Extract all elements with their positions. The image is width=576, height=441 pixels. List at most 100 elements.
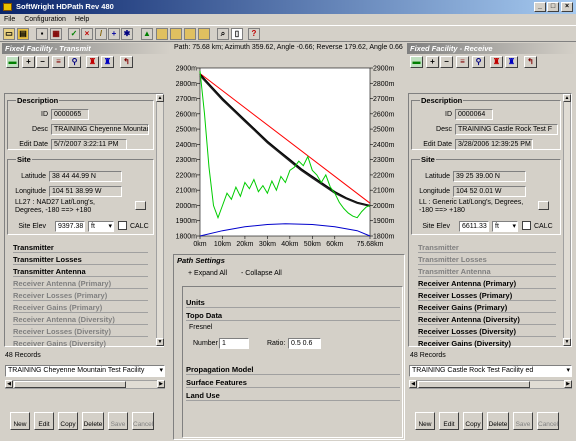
- receive-copy-button[interactable]: Copy: [463, 412, 483, 430]
- transmit-section-6[interactable]: Receiver Antenna (Diversity): [13, 315, 148, 325]
- transmit-tower2-icon[interactable]: ♜: [101, 56, 114, 68]
- transmit-hscroll-thumb[interactable]: [14, 381, 126, 388]
- receive-section-7[interactable]: Receiver Losses (Diversity): [418, 327, 556, 337]
- receive-calc-checkbox[interactable]: [522, 221, 531, 230]
- transmit-section-0[interactable]: Transmitter: [13, 243, 148, 253]
- transmit-section-4[interactable]: Receiver Losses (Primary): [13, 291, 148, 301]
- menu-file[interactable]: File: [4, 16, 15, 23]
- receive-save-button[interactable]: Save: [513, 412, 533, 430]
- receive-cancel-button[interactable]: Cancel: [537, 412, 559, 430]
- receive-desc-field[interactable]: TRAINING Castle Rock Test F: [455, 124, 558, 135]
- check-icon[interactable]: ✓: [68, 28, 80, 40]
- save-icon[interactable]: ▪: [36, 28, 48, 40]
- receive-scroll-up[interactable]: ▲: [563, 94, 571, 102]
- transmit-section-3[interactable]: Receiver Antenna (Primary): [13, 279, 148, 289]
- transmit-elev-field[interactable]: 9397.38: [55, 221, 85, 232]
- propagation-model-section[interactable]: Propagation Model: [186, 365, 400, 375]
- star-icon[interactable]: ✱: [121, 28, 133, 40]
- transmit-cancel-button[interactable]: Cancel: [132, 412, 154, 430]
- delete-icon[interactable]: ×: [81, 28, 93, 40]
- pencil-icon[interactable]: /: [95, 28, 107, 40]
- transmit-scroll-up[interactable]: ▲: [156, 94, 164, 102]
- receive-lat-field[interactable]: 39 25 39.00 N: [453, 171, 526, 182]
- receive-section-4[interactable]: Receiver Losses (Primary): [418, 291, 556, 301]
- transmit-select-button[interactable]: ▬: [6, 56, 19, 68]
- receive-section-5[interactable]: Receiver Gains (Primary): [418, 303, 556, 313]
- folder-icon-3[interactable]: [184, 28, 196, 40]
- transmit-hscroll-left[interactable]: ◀: [5, 380, 13, 388]
- receive-remove-button[interactable]: −: [440, 56, 453, 68]
- receive-route-icon[interactable]: ↰: [524, 56, 537, 68]
- transmit-edit-field[interactable]: 5/7/2007 3:22:11 PM: [51, 139, 127, 150]
- help-icon[interactable]: ?: [248, 28, 260, 40]
- receive-hscroll-thumb[interactable]: [418, 381, 530, 388]
- receive-edit-button[interactable]: Edit: [439, 412, 459, 430]
- collapse-all-button[interactable]: - Collapse All: [241, 270, 282, 277]
- receive-id-field[interactable]: 0000064: [455, 109, 493, 120]
- receive-section-8[interactable]: Receiver Gains (Diversity): [418, 339, 556, 348]
- folder-icon-4[interactable]: [198, 28, 210, 40]
- new-icon[interactable]: ▭: [3, 28, 15, 40]
- transmit-section-5[interactable]: Receiver Gains (Primary): [13, 303, 148, 313]
- transmit-datum-button[interactable]: [135, 201, 146, 210]
- fresnel-number-field[interactable]: 1: [219, 338, 249, 349]
- maximize-button[interactable]: □: [547, 2, 559, 12]
- transmit-unit-select[interactable]: ft ▾: [88, 221, 114, 232]
- receive-tower-icon[interactable]: ♜: [490, 56, 503, 68]
- transmit-lat-field[interactable]: 38 44 44.99 N: [49, 171, 122, 182]
- transmit-new-button[interactable]: New: [10, 412, 30, 430]
- receive-select-button[interactable]: ▬: [410, 56, 423, 68]
- transmit-id-field[interactable]: 0000065: [51, 109, 89, 120]
- transmit-list-icon[interactable]: ≡: [52, 56, 65, 68]
- receive-add-button[interactable]: +: [426, 56, 439, 68]
- transmit-section-1[interactable]: Transmitter Losses: [13, 255, 148, 265]
- transmit-add-button[interactable]: +: [22, 56, 35, 68]
- transmit-copy-button[interactable]: Copy: [58, 412, 78, 430]
- expand-all-button[interactable]: + Expand All: [188, 270, 227, 277]
- transmit-vscroll[interactable]: [156, 94, 164, 346]
- receive-section-6[interactable]: Receiver Antenna (Diversity): [418, 315, 556, 325]
- receive-unit-select[interactable]: ft ▾: [492, 221, 518, 232]
- search-icon[interactable]: ⌕: [217, 28, 229, 40]
- transmit-scroll-down[interactable]: ▼: [156, 338, 164, 346]
- transmit-lon-field[interactable]: 104 51 38.99 W: [49, 186, 122, 197]
- map-icon[interactable]: ▲: [141, 28, 153, 40]
- folder-icon-1[interactable]: [156, 28, 168, 40]
- folder-icon-2[interactable]: [170, 28, 182, 40]
- close-button[interactable]: ×: [561, 2, 573, 12]
- print-icon[interactable]: ▦: [50, 28, 62, 40]
- transmit-section-8[interactable]: Receiver Gains (Diversity): [13, 339, 148, 348]
- receive-section-3[interactable]: Receiver Antenna (Primary): [418, 279, 556, 289]
- receive-edit-field[interactable]: 3/28/2006 12:39:25 PM: [455, 139, 533, 150]
- crosshair-icon[interactable]: +: [108, 28, 120, 40]
- receive-lon-field[interactable]: 104 52 0.01 W: [453, 186, 526, 197]
- receive-datum-button[interactable]: [538, 201, 549, 210]
- transmit-route-icon[interactable]: ↰: [120, 56, 133, 68]
- transmit-save-button[interactable]: Save: [108, 412, 128, 430]
- receive-elev-field[interactable]: 6611.33: [459, 221, 489, 232]
- transmit-calc-checkbox[interactable]: [118, 221, 127, 230]
- receive-hscroll-left[interactable]: ◀: [409, 380, 417, 388]
- receive-vscroll[interactable]: [563, 94, 571, 346]
- units-section[interactable]: Units: [186, 298, 400, 308]
- receive-facility-select[interactable]: TRAINING Castle Rock Test Facility ed ▾: [409, 365, 572, 377]
- receive-list-icon[interactable]: ≡: [456, 56, 469, 68]
- transmit-facility-select[interactable]: TRAINING Cheyenne Mountain Test Facility…: [5, 365, 165, 377]
- transmit-desc-field[interactable]: TRAINING Cheyenne Mountain: [51, 124, 149, 135]
- receive-hscroll-right[interactable]: ▶: [564, 380, 572, 388]
- menu-help[interactable]: Help: [75, 16, 89, 23]
- receive-tower2-icon[interactable]: ♜: [505, 56, 518, 68]
- menu-configuration[interactable]: Configuration: [24, 16, 66, 23]
- receive-scroll-down[interactable]: ▼: [563, 338, 571, 346]
- open-icon[interactable]: ▤: [17, 28, 29, 40]
- transmit-remove-button[interactable]: −: [36, 56, 49, 68]
- receive-new-button[interactable]: New: [415, 412, 435, 430]
- transmit-section-7[interactable]: Receiver Losses (Diversity): [13, 327, 148, 337]
- page-icon[interactable]: ▯: [231, 28, 243, 40]
- receive-section-1[interactable]: Transmitter Losses: [418, 255, 556, 265]
- receive-find-icon[interactable]: ⚲: [472, 56, 485, 68]
- receive-section-2[interactable]: Transmitter Antenna: [418, 267, 556, 277]
- transmit-edit-button[interactable]: Edit: [34, 412, 54, 430]
- receive-section-0[interactable]: Transmitter: [418, 243, 556, 253]
- transmit-section-2[interactable]: Transmitter Antenna: [13, 267, 148, 277]
